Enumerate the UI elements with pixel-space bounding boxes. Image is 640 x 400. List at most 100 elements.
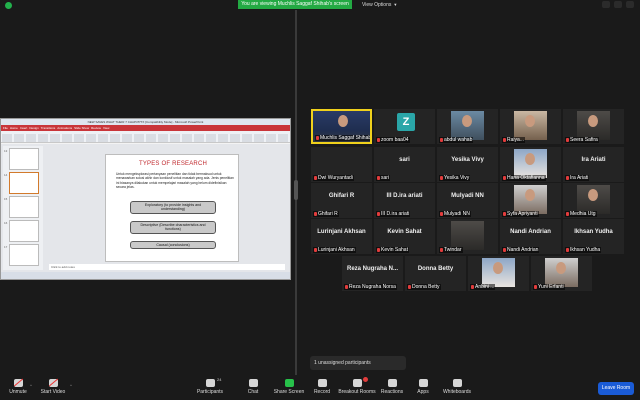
- whiteboards-button[interactable]: Whiteboards: [437, 379, 477, 395]
- participant-name: Twindar: [444, 247, 462, 253]
- ribbon-button[interactable]: [218, 134, 228, 142]
- participant-tile[interactable]: Mulyadi NN Mulyadi NN: [437, 183, 498, 218]
- slide-thumbnail[interactable]: 15: [4, 196, 39, 218]
- microphone-muted-icon: [440, 137, 443, 142]
- microphone-muted-icon: [534, 284, 537, 289]
- chevron-up-icon[interactable]: ^: [30, 383, 32, 388]
- breakout-rooms-button[interactable]: Breakout Rooms: [337, 379, 377, 395]
- whiteboard-icon: [452, 379, 462, 387]
- ribbon-button[interactable]: [230, 134, 240, 142]
- participant-tile[interactable]: Medhia Utg: [563, 183, 624, 218]
- participant-face: [493, 262, 503, 274]
- participant-tile[interactable]: III D.ira ariati III D.ira ariati: [374, 183, 435, 218]
- ribbon-button[interactable]: [170, 134, 180, 142]
- ribbon-button[interactable]: [86, 134, 96, 142]
- unassigned-participants-button[interactable]: 1 unassigned participants: [310, 356, 406, 370]
- ribbon-button[interactable]: [134, 134, 144, 142]
- participant-name-label: Syfa Apriyanti: [502, 211, 539, 217]
- participant-display-name: sari: [399, 157, 410, 163]
- close-icon[interactable]: [626, 1, 634, 8]
- minimize-icon[interactable]: [602, 1, 610, 8]
- participant-tile[interactable]: Kevin Sahat Kevin Sahat: [374, 219, 435, 254]
- chevron-up-icon[interactable]: ^: [70, 383, 72, 388]
- chat-button[interactable]: Chat: [233, 379, 273, 395]
- slide-thumbnail-active[interactable]: 14: [4, 172, 39, 194]
- participant-video: [482, 258, 515, 287]
- participant-tile[interactable]: Yesika Vivy Yesika Vivy: [437, 147, 498, 182]
- participant-tile[interactable]: Syfa Apriyanti: [500, 183, 561, 218]
- participant-tile[interactable]: Lurinjani Akhsan Lurinjani Akhsan: [311, 219, 372, 254]
- participant-tile[interactable]: Nandi Andrian Nandi Andrian: [500, 219, 561, 254]
- participant-tile[interactable]: Yuni Erfanti: [531, 256, 592, 291]
- participant-tile[interactable]: Reza Nugraha N... Reza Nugraha Norsa: [342, 256, 403, 291]
- slide-thumbnail[interactable]: 13: [4, 148, 39, 170]
- ribbon-button[interactable]: [26, 134, 36, 142]
- apps-label: Apps: [417, 389, 429, 395]
- ribbon-button[interactable]: [158, 134, 168, 142]
- participant-name: Ikhsan Yudha: [570, 247, 601, 253]
- ribbon-button[interactable]: [50, 134, 60, 142]
- current-slide[interactable]: TYPES OF RESEARCH Untuk mengeksplorasi p…: [105, 154, 239, 262]
- ribbon-button[interactable]: [194, 134, 204, 142]
- ribbon-button[interactable]: [266, 134, 276, 142]
- participant-tile[interactable]: Ghifari R Ghifari R: [311, 183, 372, 218]
- ppt-workspace: 13 14 15 16 17 TYPES OF RESEARCH Untuk m…: [1, 144, 290, 272]
- ribbon-button[interactable]: [254, 134, 264, 142]
- ribbon-button[interactable]: [146, 134, 156, 142]
- view-options-label: View Options: [362, 2, 392, 8]
- divider-handle[interactable]: [294, 180, 298, 200]
- ribbon-button[interactable]: [122, 134, 132, 142]
- ribbon-button[interactable]: [182, 134, 192, 142]
- slide-thumbnail[interactable]: 16: [4, 220, 39, 242]
- participant-tile[interactable]: sari sari: [374, 147, 435, 182]
- participant-tile[interactable]: Dwi Wuryantadi: [311, 147, 372, 182]
- participant-tile[interactable]: Muchlis Saggaf Shihab: [311, 109, 372, 144]
- zoom-avatar: Z: [397, 113, 415, 131]
- participant-tile[interactable]: Seera Safira: [563, 109, 624, 144]
- participant-name-label: zoom baa04: [376, 137, 410, 143]
- record-button[interactable]: Record: [302, 379, 342, 395]
- ribbon-button[interactable]: [14, 134, 24, 142]
- participant-tile[interactable]: Ira Ariati Ira Ariati: [563, 147, 624, 182]
- ribbon-button[interactable]: [206, 134, 216, 142]
- thumb-number: 14: [4, 173, 8, 177]
- view-options-menu[interactable]: View Options ▼: [362, 0, 397, 9]
- microphone-muted-icon: [314, 175, 317, 180]
- ribbon-button[interactable]: [38, 134, 48, 142]
- shared-screen[interactable]: NEW SAVES WHAT THEIR 7 CHAP.PPTX [Compat…: [0, 118, 291, 280]
- leave-room-button[interactable]: Leave Room: [598, 382, 634, 395]
- participant-face: [525, 153, 535, 165]
- participant-tile[interactable]: Raiya...: [500, 109, 561, 144]
- slide-notes-field[interactable]: Click to add notes: [49, 264, 285, 270]
- participant-display-name: Kevin Sahat: [387, 229, 422, 235]
- ribbon-button[interactable]: [110, 134, 120, 142]
- share-screen-icon: [284, 379, 294, 387]
- participant-tile[interactable]: Zzoom baa04: [374, 109, 435, 144]
- ribbon-button[interactable]: [242, 134, 252, 142]
- ribbon-button[interactable]: [2, 134, 12, 142]
- ribbon-button[interactable]: [278, 134, 288, 142]
- participant-name: Yuni Erfanti: [538, 284, 564, 290]
- ribbon-button[interactable]: [62, 134, 72, 142]
- participant-display-name: Ira Ariati: [581, 157, 606, 163]
- ribbon-button[interactable]: [98, 134, 108, 142]
- participant-video: [451, 111, 484, 140]
- ribbon-button[interactable]: [74, 134, 84, 142]
- share-screen-label: Share Screen: [273, 389, 305, 395]
- participant-name: Reza Nugraha Norsa: [349, 284, 396, 290]
- participant-name: Mulyadi NN: [444, 211, 470, 217]
- slide-thumbnail[interactable]: 17: [4, 244, 39, 266]
- start-video-button[interactable]: Start Video: [33, 379, 73, 395]
- participant-tile[interactable]: Donna Betty Donna Betty: [405, 256, 466, 291]
- maximize-icon[interactable]: [614, 1, 622, 8]
- participant-tile[interactable]: Ikhsan Yudha Ikhsan Yudha: [563, 219, 624, 254]
- participant-name: III D.ira ariati: [381, 211, 410, 217]
- participant-name-label: Seera Safira: [565, 137, 599, 143]
- participant-tile[interactable]: Twindar: [437, 219, 498, 254]
- participant-tile[interactable]: Anbini ...: [468, 256, 529, 291]
- participants-button[interactable]: Participants: [190, 379, 230, 395]
- participant-display-name: Reza Nugraha N...: [346, 266, 398, 272]
- participant-tile[interactable]: Hana Oktafianna: [500, 147, 561, 182]
- participant-tile[interactable]: abdul wahab: [437, 109, 498, 144]
- security-shield-icon[interactable]: [5, 2, 12, 9]
